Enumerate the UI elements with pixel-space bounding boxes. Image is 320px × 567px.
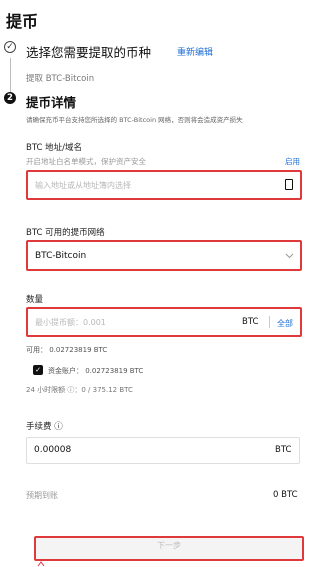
step1-title: 选择您需要提取的币种 [26,45,152,60]
fee-unit: BTC [275,445,292,455]
available-balance: 可用： 0.02723819 BTC [26,346,108,354]
whitelist-hint: 开启地址白名单模式，保护资产安全 [26,157,146,166]
fund-account-balance: 资金账户： 0.02723819 BTC [48,367,144,375]
daily-limit: 24 小时限额 ⓘ：0 / 375.12 BTC [26,386,133,394]
page-title: 提币 [6,12,39,31]
receive-label: 预期到账 [26,491,58,500]
step-number-icon: 2 [4,92,16,104]
fund-account-checkbox[interactable]: ✓ [33,365,43,375]
chevron-down-icon [285,253,294,259]
step-connector [10,58,11,94]
receive-value: 0 BTC [273,490,298,500]
network-warning: 请确保充币平台支持您所选择的 BTC-Bitcoin 网络，否则将会造成资产损失 [26,116,243,124]
next-button-label: 下一步 [157,541,181,550]
selected-coin: 提取 BTC-Bitcoin [26,74,95,84]
network-value: BTC-Bitcoin [35,251,87,261]
amount-placeholder: 最小提币额：0.001 [35,318,106,327]
address-placeholder: 输入地址或从地址簿内选择 [35,181,131,190]
scroll-cue-icon [37,561,45,567]
amount-label: 数量 [26,295,44,305]
amount-unit: BTC [242,317,259,327]
address-book-icon[interactable] [285,179,293,190]
whitelist-enable-link[interactable]: 启用 [285,156,300,167]
address-field[interactable]: 输入地址或从地址簿内选择 [26,170,302,200]
network-label: BTC 可用的提币网络 [26,228,105,238]
fee-value: 0.00008 [34,445,72,455]
step2-title: 提币详情 [26,95,77,110]
fee-field: 0.00008 BTC [26,437,300,464]
step-complete-icon: ✓ [4,41,16,53]
reedit-link[interactable]: 重新编辑 [177,45,213,58]
network-select[interactable]: BTC-Bitcoin [26,240,302,271]
address-label: BTC 地址/域名 [26,143,83,153]
amount-field[interactable]: 最小提币额：0.001 BTC 全部 [26,307,302,337]
fee-label: 手续费 ⓘ [26,422,63,432]
amount-divider [269,316,270,328]
max-amount-button[interactable]: 全部 [277,318,293,329]
